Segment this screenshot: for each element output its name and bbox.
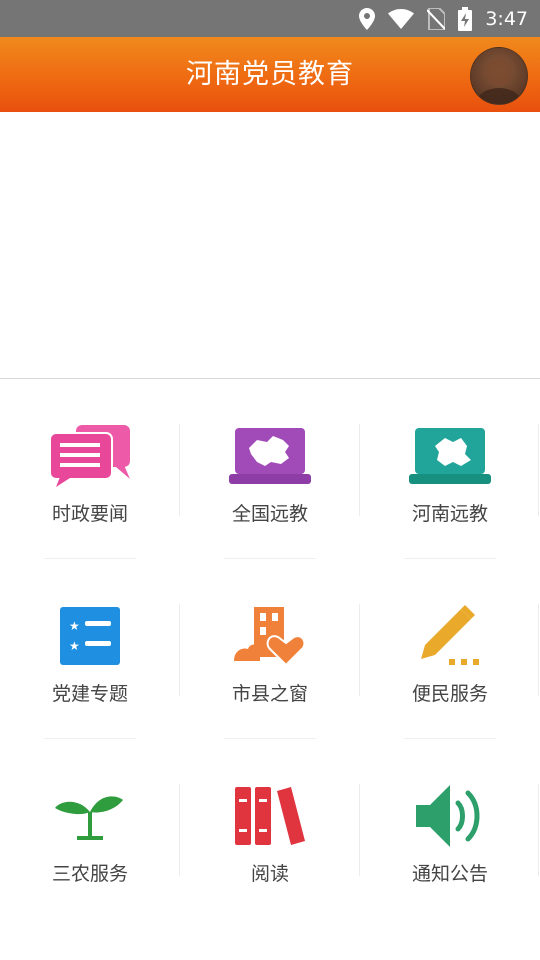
status-bar: 3:47	[0, 0, 540, 37]
no-sim-icon	[427, 7, 446, 30]
laptop-china-map-icon	[225, 421, 315, 491]
menu-item-label: 党建专题	[51, 683, 128, 705]
menu-item-party-topics[interactable]: ★ ★ 党建专题	[0, 559, 180, 739]
books-icon	[225, 781, 315, 851]
menu-item-reading[interactable]: 阅读	[180, 739, 360, 919]
menu-item-label: 全国远教	[231, 503, 308, 525]
wifi-icon	[388, 8, 415, 29]
svg-text:★: ★	[69, 619, 80, 633]
menu-item-label: 三农服务	[51, 863, 128, 885]
banner-area[interactable]	[0, 112, 540, 378]
menu-item-national-education[interactable]: 全国远教	[180, 379, 360, 559]
laptop-henan-map-icon	[405, 421, 495, 491]
app-bar: 河南党员教育	[0, 37, 540, 112]
menu-item-agriculture[interactable]: 三农服务	[0, 739, 180, 919]
pencil-icon	[405, 601, 495, 671]
menu-item-henan-education[interactable]: 河南远教	[360, 379, 540, 559]
svg-text:★: ★	[69, 639, 80, 653]
menu-item-label: 便民服务	[411, 683, 488, 705]
app-title: 河南党员教育	[186, 59, 354, 90]
menu-item-label: 河南远教	[411, 503, 488, 525]
status-icons: 3:47	[359, 0, 528, 37]
news-chat-icon	[45, 421, 135, 491]
menu-item-label: 时政要闻	[51, 503, 128, 525]
menu-item-label: 市县之窗	[231, 683, 308, 705]
status-time: 3:47	[485, 7, 528, 30]
menu-item-label: 阅读	[250, 863, 289, 885]
location-icon	[359, 7, 376, 30]
battery-charging-icon	[458, 6, 473, 31]
sprout-icon	[45, 781, 135, 851]
avatar-button[interactable]	[470, 47, 528, 105]
avatar-icon	[477, 58, 521, 104]
menu-item-label: 通知公告	[411, 863, 488, 885]
menu-item-convenience[interactable]: 便民服务	[360, 559, 540, 739]
menu-item-city-window[interactable]: 市县之窗	[180, 559, 360, 739]
city-heart-icon	[225, 601, 315, 671]
topic-list-icon: ★ ★	[45, 601, 135, 671]
speaker-icon	[405, 781, 495, 851]
menu-item-notices[interactable]: 通知公告	[360, 739, 540, 919]
menu-item-news[interactable]: 时政要闻	[0, 379, 180, 559]
